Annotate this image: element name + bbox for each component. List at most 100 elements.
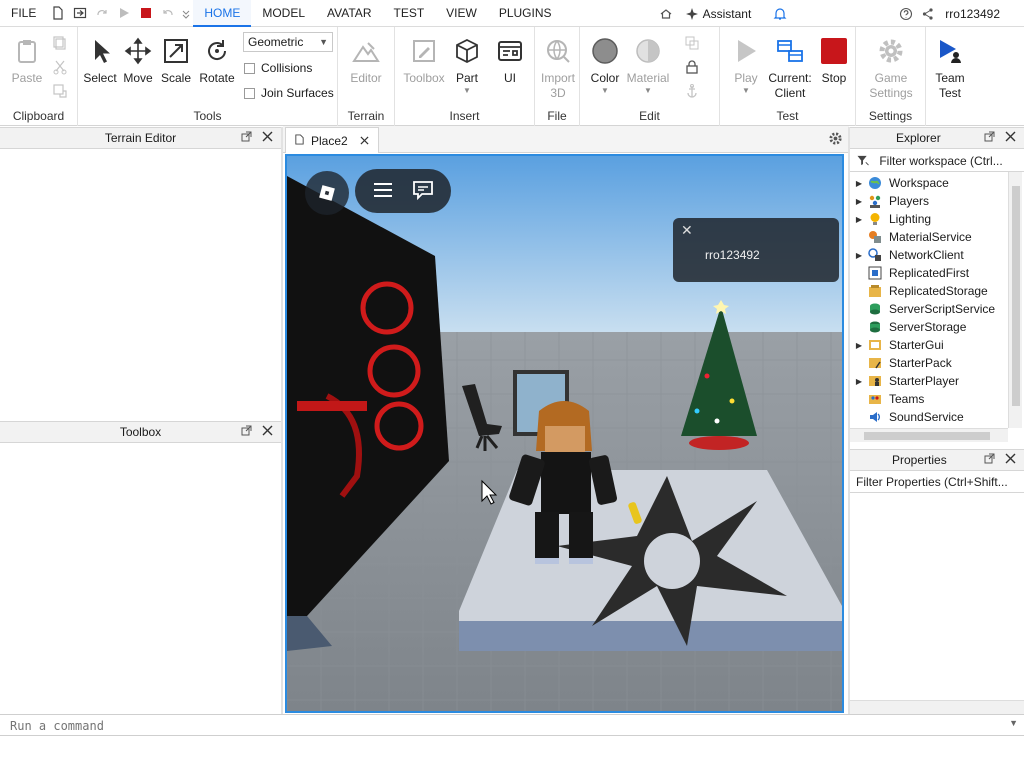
tree-item-replicatedfirst[interactable]: ReplicatedFirst xyxy=(850,264,1022,282)
close-icon[interactable]: ✕ xyxy=(681,222,693,239)
expand-arrow-icon[interactable]: ▶ xyxy=(850,197,868,206)
left-splitter[interactable] xyxy=(281,127,283,714)
chevron-down-icon[interactable]: ▼ xyxy=(586,86,624,95)
import-3d-button[interactable]: Import 3D xyxy=(537,35,579,101)
tab-model[interactable]: MODEL xyxy=(251,0,316,27)
explorer-horizontal-scrollbar[interactable] xyxy=(850,428,1008,442)
transform-mode-dropdown[interactable]: Geometric ▼ xyxy=(243,32,333,52)
expand-arrow-icon[interactable]: ▶ xyxy=(850,251,868,260)
properties-filter[interactable]: Filter Properties (Ctrl+Shift... xyxy=(850,471,1024,493)
tab-plugins[interactable]: PLUGINS xyxy=(488,0,563,27)
chevron-down-icon[interactable]: ▼ xyxy=(726,86,766,95)
undo-icon[interactable] xyxy=(157,2,179,24)
command-input[interactable] xyxy=(10,717,1000,735)
assistant-icon[interactable] xyxy=(681,3,703,25)
play-button[interactable]: Play ▼ xyxy=(726,35,766,95)
share-icon[interactable] xyxy=(917,3,939,25)
hamburger-menu-icon[interactable] xyxy=(371,178,395,205)
tab-home[interactable]: HOME xyxy=(193,0,252,27)
close-icon[interactable] xyxy=(360,134,369,148)
close-icon[interactable] xyxy=(262,422,273,442)
select-button[interactable]: Select xyxy=(82,35,118,85)
stop-button[interactable]: Stop xyxy=(816,35,852,85)
tree-item-workspace[interactable]: ▶ Workspace xyxy=(850,174,1022,192)
chevron-down-icon[interactable]: ▼ xyxy=(626,86,670,95)
chevron-down-icon[interactable]: ▼ xyxy=(1009,718,1018,728)
team-test-button[interactable]: Team Test xyxy=(930,35,970,101)
right-splitter[interactable] xyxy=(848,127,850,714)
expand-arrow-icon[interactable]: ▶ xyxy=(850,215,868,224)
join-surfaces-checkbox-box[interactable] xyxy=(244,87,255,99)
help-icon[interactable] xyxy=(895,3,917,25)
redo-icon[interactable] xyxy=(91,2,113,24)
tab-avatar[interactable]: AVATAR xyxy=(316,0,382,27)
assistant-label[interactable]: Assistant xyxy=(703,7,752,21)
play-quick-icon[interactable] xyxy=(113,2,135,24)
tree-item-soundservice[interactable]: SoundService xyxy=(850,408,1022,426)
home-icon[interactable] xyxy=(655,3,677,25)
chevron-down-icon[interactable] xyxy=(179,2,193,24)
notification-bell-icon[interactable] xyxy=(769,3,791,25)
new-file-icon[interactable] xyxy=(47,2,69,24)
group-icon[interactable] xyxy=(684,35,700,51)
close-icon[interactable] xyxy=(262,128,273,148)
tree-item-starterpack[interactable]: StarterPack xyxy=(850,354,1022,372)
tree-item-networkclient[interactable]: ▶ NetworkClient xyxy=(850,246,1022,264)
material-button[interactable]: Material ▼ xyxy=(626,35,670,95)
scale-button[interactable]: Scale xyxy=(158,35,194,85)
chat-icon[interactable] xyxy=(411,178,435,205)
color-button[interactable]: Color ▼ xyxy=(586,35,624,95)
part-button[interactable]: Part ▼ xyxy=(451,35,483,95)
toolbox-button[interactable]: Toolbox xyxy=(401,35,447,85)
tree-item-teams[interactable]: Teams xyxy=(850,390,1022,408)
stop-quick-icon[interactable] xyxy=(135,2,157,24)
close-icon[interactable] xyxy=(1005,450,1016,470)
copy-icon[interactable] xyxy=(52,35,68,51)
tab-view[interactable]: VIEW xyxy=(435,0,488,27)
cut-icon[interactable] xyxy=(52,59,68,75)
ui-button[interactable]: UI xyxy=(493,35,527,85)
undock-icon[interactable] xyxy=(984,128,995,148)
undock-icon[interactable] xyxy=(241,128,252,148)
tree-item-lighting[interactable]: ▶ Lighting xyxy=(850,210,1022,228)
username[interactable]: rro123492 xyxy=(945,7,1000,21)
move-button[interactable]: Move xyxy=(120,35,156,85)
collisions-checkbox[interactable]: Collisions xyxy=(244,61,312,75)
duplicate-icon[interactable] xyxy=(52,83,68,99)
chevron-down-icon[interactable]: ▼ xyxy=(451,86,483,95)
explorer-vertical-scrollbar[interactable] xyxy=(1008,172,1022,428)
properties-horizontal-scrollbar[interactable] xyxy=(850,700,1024,714)
file-menu[interactable]: FILE xyxy=(0,0,47,27)
expand-arrow-icon[interactable]: ▶ xyxy=(850,341,868,350)
join-surfaces-checkbox[interactable]: Join Surfaces xyxy=(244,86,334,100)
scrollbar-thumb[interactable] xyxy=(1012,186,1020,406)
game-viewport[interactable]: ✕ rro123492 xyxy=(285,154,844,713)
lock-icon[interactable] xyxy=(684,59,700,75)
tab-place2[interactable]: Place2 xyxy=(285,127,379,153)
close-icon[interactable] xyxy=(1005,128,1016,148)
scrollbar-thumb[interactable] xyxy=(864,432,990,440)
rotate-button[interactable]: Rotate xyxy=(196,35,238,85)
tree-item-serverscriptservice[interactable]: ServerScriptService xyxy=(850,300,1022,318)
undock-icon[interactable] xyxy=(984,450,995,470)
terrain-editor-button[interactable]: Editor xyxy=(346,35,386,85)
tab-test[interactable]: TEST xyxy=(382,0,435,27)
tree-item-starterplayer[interactable]: ▶ StarterPlayer xyxy=(850,372,1022,390)
tree-item-players[interactable]: ▶ Players xyxy=(850,192,1022,210)
tree-item-serverstorage[interactable]: ServerStorage xyxy=(850,318,1022,336)
collisions-checkbox-box[interactable] xyxy=(244,62,255,74)
expand-arrow-icon[interactable]: ▶ xyxy=(850,179,868,188)
expand-arrow-icon[interactable]: ▶ xyxy=(850,377,868,386)
gear-icon[interactable] xyxy=(828,131,843,149)
publish-icon[interactable] xyxy=(69,2,91,24)
tree-item-startergui[interactable]: ▶ StarterGui xyxy=(850,336,1022,354)
roblox-logo-button[interactable] xyxy=(305,171,349,215)
tree-item-materialservice[interactable]: MaterialService xyxy=(850,228,1022,246)
explorer-filter[interactable]: Filter workspace (Ctrl... xyxy=(850,150,1024,172)
anchor-icon[interactable] xyxy=(684,83,700,99)
current-client-button[interactable]: Current: Client xyxy=(766,35,814,101)
tree-item-replicatedstorage[interactable]: ReplicatedStorage xyxy=(850,282,1022,300)
undock-icon[interactable] xyxy=(241,422,252,442)
paste-button[interactable]: Paste xyxy=(6,35,48,85)
game-settings-button[interactable]: Game Settings xyxy=(862,35,920,101)
